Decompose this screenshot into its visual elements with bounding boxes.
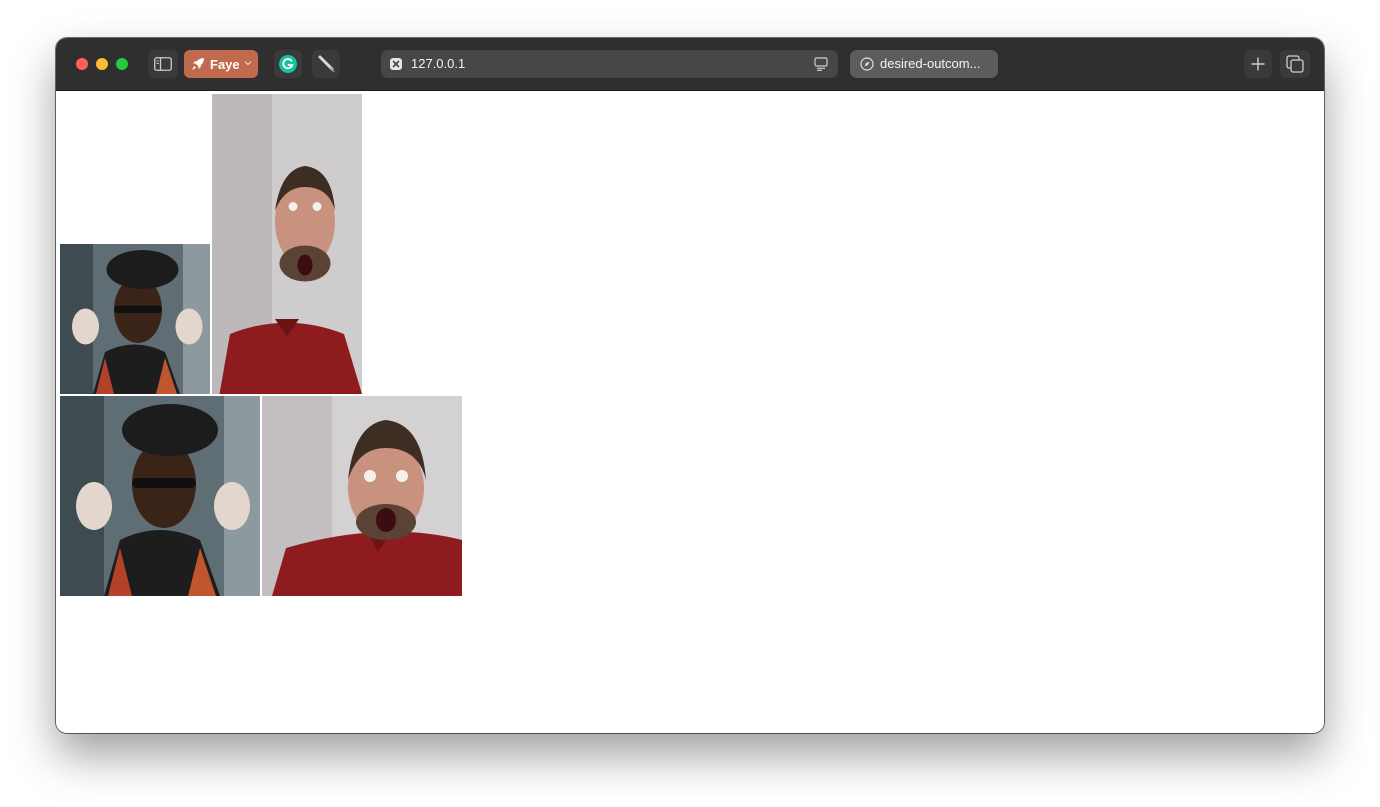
tab-overview-button[interactable] [1280,50,1310,78]
reader-mode-icon[interactable] [814,57,828,71]
browser-window: Faye 127.0.0.1 desired-outcom... [56,38,1324,733]
plus-icon [1251,57,1265,71]
page-content [56,91,1324,733]
tab-overview-icon [1286,55,1304,73]
surprised-man-photo-tall [212,94,362,394]
address-url: 127.0.0.1 [411,56,466,71]
new-tab-button[interactable] [1244,50,1272,78]
woman-sunglasses-photo-square [60,396,260,596]
fullscreen-window-button[interactable] [116,58,128,70]
pen-tool-extension-button[interactable] [312,50,340,78]
close-window-button[interactable] [76,58,88,70]
compass-icon [860,57,874,71]
woman-sunglasses-photo-small [60,244,210,394]
tab-title: desired-outcom... [880,56,981,71]
close-square-icon [390,58,402,70]
profile-name: Faye [210,56,240,72]
sidebar-toggle-button[interactable] [148,50,178,78]
rocket-icon [192,58,204,70]
chevron-down-icon [244,61,252,66]
grammarly-extension-button[interactable] [274,50,302,78]
pen-tool-icon [318,55,335,73]
sidebar-icon [154,57,172,71]
tab-desired-outcome[interactable]: desired-outcom... [850,50,998,78]
surprised-man-photo-square [262,396,462,596]
profile-button[interactable]: Faye [184,50,258,78]
address-bar[interactable]: 127.0.0.1 [381,50,838,78]
grammarly-icon [279,55,297,73]
minimize-window-button[interactable] [96,58,108,70]
browser-toolbar: Faye 127.0.0.1 desired-outcom... [56,38,1324,91]
